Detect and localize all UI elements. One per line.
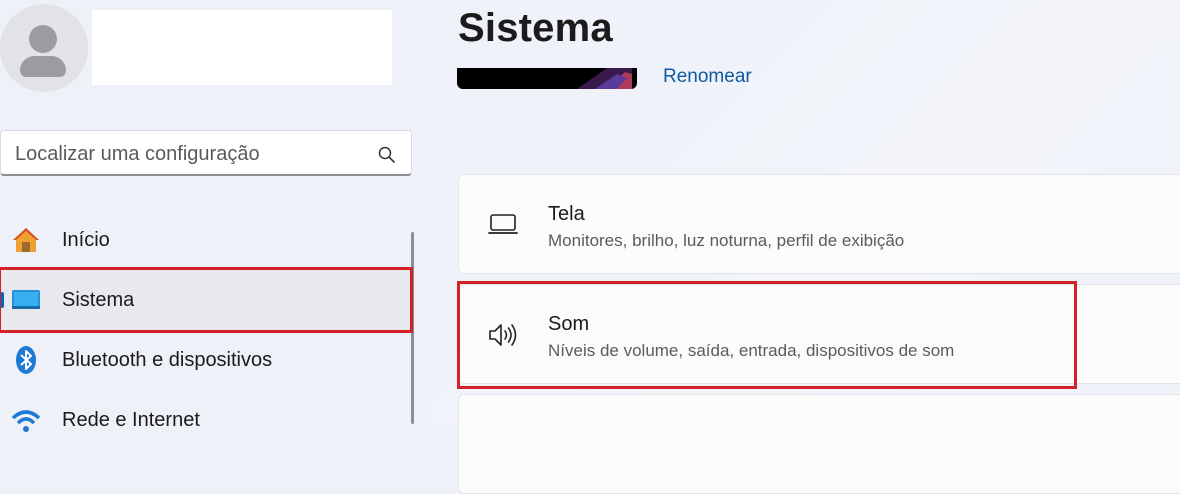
sidebar-scrollbar[interactable] xyxy=(411,232,414,424)
sidebar-item-sistema[interactable]: Sistema xyxy=(0,270,412,330)
user-info-redacted xyxy=(92,10,392,85)
user-avatar[interactable] xyxy=(0,4,88,92)
search-box[interactable] xyxy=(0,130,412,177)
device-wallpaper-preview xyxy=(457,68,637,89)
wallpaper-art xyxy=(577,68,632,89)
card-title: Tela xyxy=(548,203,585,225)
bluetooth-icon xyxy=(16,346,36,374)
speaker-icon xyxy=(489,324,517,346)
card-tela[interactable]: Tela Monitores, brilho, luz noturna, per… xyxy=(458,174,1180,274)
avatar-head xyxy=(29,25,57,53)
home-icon xyxy=(13,228,39,252)
sidebar-item-label: Sistema xyxy=(62,288,135,311)
card-title: Som xyxy=(548,313,590,335)
wifi-icon xyxy=(11,410,41,432)
card-subtitle: Monitores, brilho, luz noturna, perfil d… xyxy=(548,231,905,250)
search-icon[interactable] xyxy=(377,145,397,165)
sidebar-item-label: Rede e Internet xyxy=(62,408,200,431)
display-icon xyxy=(488,214,518,234)
search-input[interactable] xyxy=(13,131,367,177)
card-next[interactable] xyxy=(458,394,1180,494)
avatar-body xyxy=(20,56,66,77)
page-title: Sistema xyxy=(458,6,613,50)
sidebar-item-inicio[interactable]: Início xyxy=(0,210,412,270)
sidebar-item-rede[interactable]: Rede e Internet xyxy=(0,390,412,450)
rename-link[interactable]: Renomear xyxy=(663,66,752,88)
card-subtitle: Níveis de volume, saída, entrada, dispos… xyxy=(548,341,955,360)
sidebar-item-label: Bluetooth e dispositivos xyxy=(62,348,273,371)
sidebar-item-label: Início xyxy=(62,228,110,251)
card-som[interactable]: Som Níveis de volume, saída, entrada, di… xyxy=(458,284,1180,384)
system-monitor-icon xyxy=(12,290,40,309)
sidebar-item-bluetooth[interactable]: Bluetooth e dispositivos xyxy=(0,330,412,390)
